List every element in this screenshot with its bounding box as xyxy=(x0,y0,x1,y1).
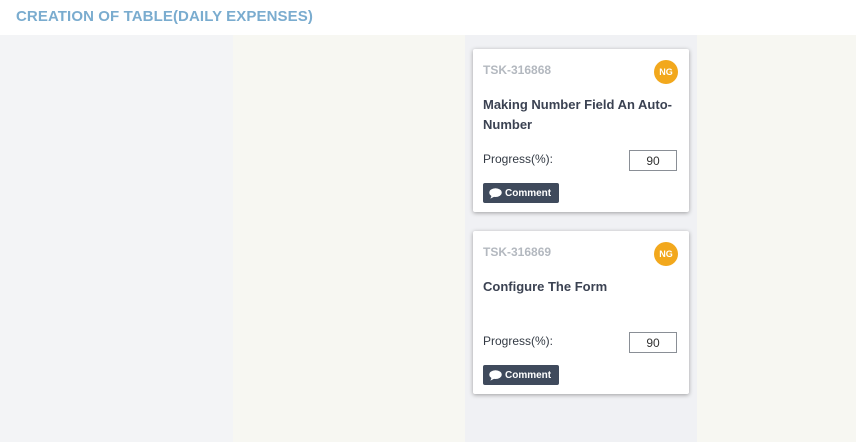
speech-bubble-icon xyxy=(489,187,502,199)
progress-label: Progress(%): xyxy=(483,334,554,348)
board-header: CREATION OF TABLE(DAILY EXPENSES) xyxy=(0,0,856,35)
board-column-1 xyxy=(0,35,233,442)
comment-button-label: Comment xyxy=(505,187,552,199)
speech-bubble-icon xyxy=(489,369,502,381)
kanban-board xyxy=(0,35,856,442)
task-id[interactable]: TSK-316868 xyxy=(483,63,551,77)
progress-label: Progress(%): xyxy=(483,152,554,166)
comment-button[interactable]: Comment xyxy=(483,183,560,203)
assignee-avatar: NG xyxy=(654,60,678,84)
progress-input[interactable] xyxy=(629,150,677,171)
board-title: CREATION OF TABLE(DAILY EXPENSES) xyxy=(16,8,313,25)
task-card[interactable]: TSK-316869 NG Configure The Form Progres… xyxy=(473,231,689,394)
task-title: Configure The Form xyxy=(483,279,608,294)
board-column-2 xyxy=(233,35,465,442)
task-card[interactable]: TSK-316868 NG Making Number Field An Aut… xyxy=(473,49,689,212)
task-id[interactable]: TSK-316869 xyxy=(483,245,551,259)
comment-button-label: Comment xyxy=(505,369,552,381)
progress-input[interactable] xyxy=(629,332,677,353)
task-title: Making Number Field An Auto-Number xyxy=(483,97,672,132)
comment-button[interactable]: Comment xyxy=(483,365,560,385)
board-column-4 xyxy=(697,35,856,442)
assignee-avatar: NG xyxy=(654,242,678,266)
